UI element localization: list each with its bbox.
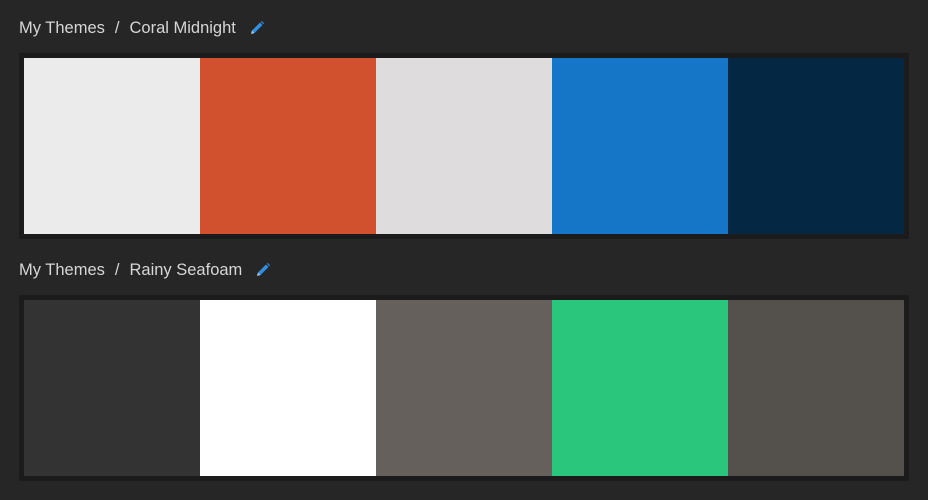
color-swatch-4[interactable] xyxy=(552,58,728,234)
breadcrumb: My Themes / Coral Midnight xyxy=(19,17,266,39)
pencil-icon[interactable] xyxy=(248,19,266,37)
color-swatch-2[interactable] xyxy=(200,58,376,234)
pencil-icon[interactable] xyxy=(254,261,272,279)
color-swatch-3[interactable] xyxy=(376,300,552,476)
color-swatch-5[interactable] xyxy=(728,58,904,234)
theme-name: Coral Midnight xyxy=(129,18,236,37)
breadcrumb: My Themes / Rainy Seafoam xyxy=(19,259,272,281)
color-swatch-1[interactable] xyxy=(24,58,200,234)
breadcrumb-root-link[interactable]: My Themes xyxy=(19,261,105,280)
swatch-strip xyxy=(19,53,909,239)
color-swatch-2[interactable] xyxy=(200,300,376,476)
color-swatch-1[interactable] xyxy=(24,300,200,476)
color-swatch-3[interactable] xyxy=(376,58,552,234)
color-swatch-4[interactable] xyxy=(552,300,728,476)
swatch-strip xyxy=(19,295,909,481)
themes-page: My Themes / Coral Midnight My Themes / R… xyxy=(0,0,928,500)
theme-name: Rainy Seafoam xyxy=(129,260,243,279)
breadcrumb-root-link[interactable]: My Themes xyxy=(19,19,105,38)
breadcrumb-separator: / xyxy=(114,260,120,279)
breadcrumb-separator: / xyxy=(114,18,120,37)
color-swatch-5[interactable] xyxy=(728,300,904,476)
